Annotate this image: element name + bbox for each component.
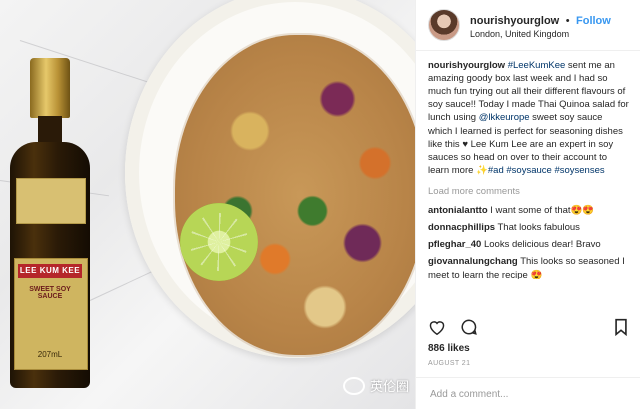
add-comment-bar — [416, 377, 640, 410]
follow-button[interactable]: Follow — [576, 15, 611, 27]
likes-count[interactable]: 886 likes — [428, 343, 470, 354]
comment-row: donnacphillips That looks fabulous — [428, 221, 629, 234]
watermark: 英伦圈 — [342, 376, 409, 395]
quinoa-salad — [175, 35, 415, 355]
post-header: nourishyourglow • Follow London, United … — [416, 0, 640, 51]
action-bar — [428, 318, 627, 341]
bottle-label-top — [16, 178, 86, 224]
bottle-cap — [30, 58, 70, 118]
caption-text: #LeeKumKee sent me an amazing goody box … — [428, 60, 629, 176]
wechat-icon — [342, 376, 365, 395]
bottle-volume: 207mL — [37, 350, 63, 359]
lime-slice — [180, 203, 258, 281]
instagram-post: LEE KUM KEE SWEET SOY SAUCE 207mL 英伦圈 no… — [0, 0, 640, 409]
watermark-text: 英伦圈 — [369, 379, 409, 394]
caption: nourishyourglow #LeeKumKee sent me an am… — [428, 59, 629, 177]
comment-text: Looks delicious dear! Bravo — [483, 239, 601, 251]
caption-hashtag-link[interactable]: #soysenses — [554, 165, 604, 176]
soy-sauce-bottle: LEE KUM KEE SWEET SOY SAUCE 207mL — [8, 58, 92, 388]
caption-hashtag-link[interactable]: #LeeKumKee — [508, 60, 566, 71]
load-more-comments[interactable]: Load more comments — [428, 185, 629, 198]
post-date: AUGUST 21 — [428, 360, 471, 367]
location-link[interactable]: London, United Kingdom — [470, 29, 611, 39]
bookmark-icon[interactable] — [614, 318, 628, 341]
header-username[interactable]: nourishyourglow — [470, 15, 559, 27]
avatar[interactable] — [428, 9, 460, 41]
post-sidebar: nourishyourglow • Follow London, United … — [415, 0, 640, 409]
heart-icon[interactable] — [428, 319, 446, 340]
caption-hashtag-link[interactable]: #soysauce — [506, 165, 551, 176]
post-photo[interactable]: LEE KUM KEE SWEET SOY SAUCE 207mL 英伦圈 — [0, 0, 415, 409]
comment-username[interactable]: giovannalungchang — [428, 256, 518, 267]
comment-icon[interactable] — [460, 318, 478, 341]
comment-row: antonialantto I want some of that😍😍 — [428, 204, 629, 217]
caption-hashtag-link[interactable]: #ad — [488, 165, 504, 176]
comment-row: giovannalungchang This looks so seasoned… — [428, 255, 629, 279]
comment-username[interactable]: antonialantto — [428, 205, 488, 216]
comment-row: pfleghar_40 Looks delicious dear! Bravo — [428, 238, 629, 251]
comment-text: I want some of that😍😍 — [490, 205, 595, 217]
comment-username[interactable]: pfleghar_40 — [428, 239, 481, 250]
comment-text: That looks fabulous — [497, 222, 580, 234]
separator-dot: • — [565, 14, 570, 27]
bottle-product-name: SWEET SOY SAUCE — [29, 286, 71, 300]
bottle-brand: LEE KUM KEE — [18, 264, 82, 278]
caption-username[interactable]: nourishyourglow — [428, 60, 505, 71]
comments-list: nourishyourglow #LeeKumKee sent me an am… — [416, 51, 640, 279]
add-comment-input[interactable] — [428, 388, 622, 401]
comment-rows: antonialantto I want some of that😍😍 donna… — [428, 204, 629, 279]
comment-username[interactable]: donnacphillips — [428, 222, 495, 233]
header-info: nourishyourglow • Follow London, United … — [470, 11, 611, 40]
caption-hashtag-link[interactable]: @lkkeurope — [479, 112, 530, 123]
